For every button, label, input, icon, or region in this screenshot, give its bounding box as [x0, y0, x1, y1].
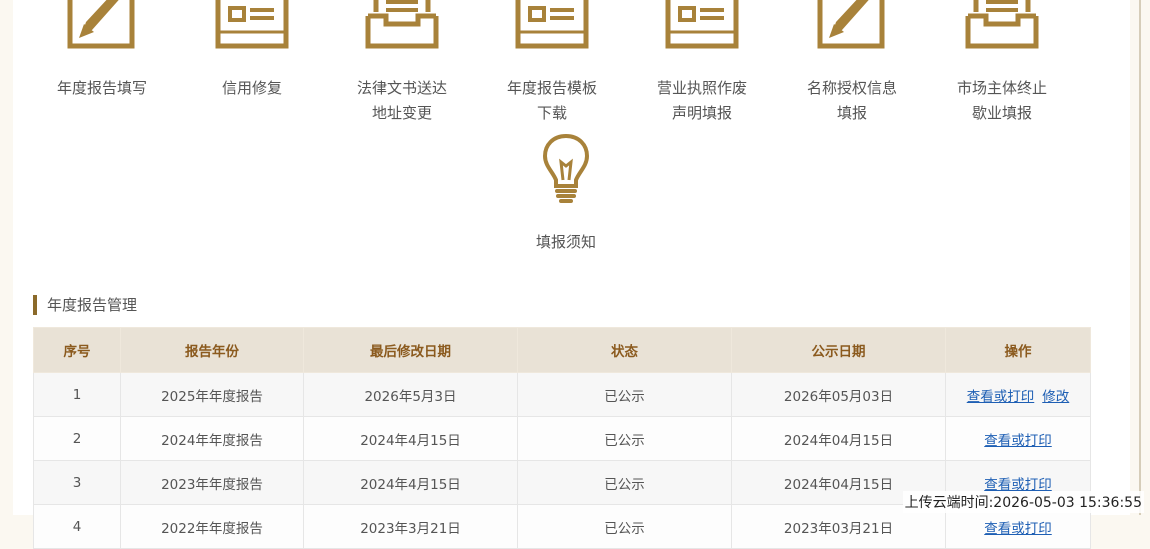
service-7[interactable]: 市场主体终止 歇业填报: [927, 0, 1077, 126]
document-icon: [477, 0, 627, 54]
cell-status: 已公示: [517, 416, 732, 461]
service-label: 填报须知: [535, 233, 596, 251]
document-icon: [627, 0, 777, 54]
table-header-row: 序号 报告年份 最后修改日期 状态 公示日期 操作: [33, 327, 1091, 373]
service-2[interactable]: 信用修复: [177, 0, 327, 101]
cell-modified: 2024年4月15日: [303, 460, 518, 505]
service-5[interactable]: 营业执照作废 声明填报: [627, 0, 777, 126]
cell-year: 2024年年度报告: [120, 416, 304, 461]
cell-no: 2: [33, 416, 121, 461]
service-4[interactable]: 年度报告模板 下载: [477, 0, 627, 126]
col-header-year: 报告年份: [120, 327, 304, 373]
cell-year: 2025年年度报告: [120, 372, 304, 417]
service-label: 年度报告填写: [56, 79, 147, 97]
inbox-tray-icon: [327, 0, 477, 54]
cell-actions: 查看或打印: [945, 416, 1091, 461]
lightbulb-icon: [491, 132, 641, 212]
col-header-status: 状态: [517, 327, 732, 373]
cell-published: 2026年05月03日: [731, 372, 946, 417]
service-6[interactable]: 名称授权信息 填报: [777, 0, 927, 126]
cell-year: 2022年年度报告: [120, 504, 304, 549]
cell-status: 已公示: [517, 460, 732, 505]
inbox-tray-icon: [927, 0, 1077, 54]
col-header-published: 公示日期: [731, 327, 946, 373]
view-print-link[interactable]: 查看或打印: [967, 389, 1035, 405]
service-8[interactable]: 填报须知: [491, 132, 641, 255]
cell-actions: 查看或打印 修改: [945, 372, 1091, 417]
section-title: 年度报告管理: [33, 295, 137, 315]
service-label: 营业执照作废 声明填报: [656, 79, 747, 122]
service-3[interactable]: 法律文书送达 地址变更: [327, 0, 477, 126]
service-1[interactable]: 年度报告填写: [27, 0, 177, 101]
cell-status: 已公示: [517, 372, 732, 417]
cell-modified: 2023年3月21日: [303, 504, 518, 549]
cell-published: 2024年04月15日: [731, 416, 946, 461]
pen-edit-icon: [27, 0, 177, 54]
annual-report-table: 序号 报告年份 最后修改日期 状态 公示日期 操作 1 2025年年度报告 2026…: [33, 327, 1091, 549]
document-icon: [177, 0, 327, 54]
table-row: 2 2024年年度报告 2024年4月15日 已公示 2024年04月15日 查看或打印: [33, 416, 1091, 461]
upload-time-overlay: 上传云端时间:2026-05-03 15:36:55: [902, 491, 1144, 513]
edit-link[interactable]: 修改: [1042, 389, 1069, 405]
service-label: 年度报告模板 下载: [506, 79, 597, 122]
view-print-link[interactable]: 查看或打印: [984, 521, 1052, 537]
right-border: [1139, 0, 1141, 515]
service-label: 名称授权信息 填报: [806, 79, 897, 122]
cell-modified: 2026年5月3日: [303, 372, 518, 417]
pen-edit-icon: [777, 0, 927, 54]
cell-modified: 2024年4月15日: [303, 416, 518, 461]
col-header-no: 序号: [33, 327, 121, 373]
cell-no: 1: [33, 372, 121, 417]
service-label: 法律文书送达 地址变更: [356, 79, 447, 122]
service-label: 市场主体终止 歇业填报: [956, 79, 1047, 122]
col-header-actions: 操作: [945, 327, 1091, 373]
col-header-modified: 最后修改日期: [303, 327, 518, 373]
cell-no: 4: [33, 504, 121, 549]
view-print-link[interactable]: 查看或打印: [984, 433, 1052, 449]
cell-status: 已公示: [517, 504, 732, 549]
table-row: 1 2025年年度报告 2026年5月3日 已公示 2026年05月03日 查看或打印 修改: [33, 372, 1091, 417]
cell-year: 2023年年度报告: [120, 460, 304, 505]
cell-no: 3: [33, 460, 121, 505]
service-label: 信用修复: [221, 79, 282, 97]
